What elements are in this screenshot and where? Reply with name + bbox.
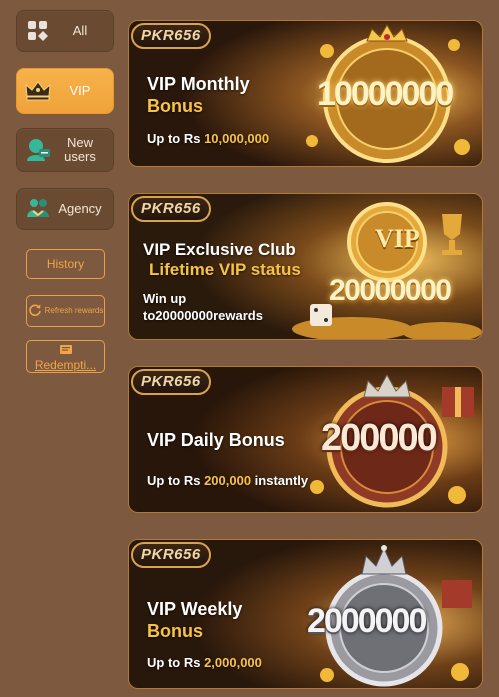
grid-icon <box>23 16 53 46</box>
vip-badge-text: VIP <box>375 224 420 253</box>
sidebar: All VIP New users Agency History Refresh… <box>0 0 124 697</box>
sidebar-item-new-users[interactable]: New users <box>16 128 114 172</box>
redemption-button[interactable]: Redempti... <box>26 340 105 373</box>
card-title: VIP Weekly Bonus <box>147 599 243 641</box>
ticket-icon <box>59 344 73 358</box>
promo-card-vip-exclusive-club[interactable]: VIP 20000000 PKR656 VIP Exclusive Club L… <box>128 193 483 340</box>
sidebar-item-vip[interactable]: VIP <box>16 68 114 114</box>
refresh-rewards-button[interactable]: Refresh rewards <box>26 295 105 327</box>
sidebar-item-label: All <box>72 23 88 38</box>
sidebar-item-all[interactable]: All <box>16 10 114 52</box>
sidebar-item-label: Agency <box>58 201 102 216</box>
brand-tag: PKR656 <box>131 542 211 568</box>
vip-coin-image <box>292 202 482 339</box>
card-subtitle: Win up to20000000rewards <box>143 291 263 323</box>
art-number: 10000000 <box>317 75 454 113</box>
history-button[interactable]: History <box>26 249 105 279</box>
brand-tag: PKR656 <box>131 23 211 49</box>
agency-icon <box>23 194 53 224</box>
card-subtitle: Up to Rs 10,000,000 <box>147 131 270 146</box>
refresh-icon <box>28 303 42 320</box>
card-subtitle: Up to Rs 2,000,000 <box>147 655 262 670</box>
promo-card-vip-weekly-bonus[interactable]: 2000000 PKR656 VIP Weekly Bonus Up to Rs… <box>128 539 483 689</box>
card-title: VIP Monthly Bonus <box>147 74 250 116</box>
card-title: VIP Exclusive Club Lifetime VIP status <box>143 240 301 279</box>
new-user-icon <box>23 135 53 165</box>
sidebar-item-label: VIP <box>69 83 91 98</box>
art-number: 20000000 <box>329 274 452 307</box>
sidebar-item-agency[interactable]: Agency <box>16 188 114 230</box>
promo-card-vip-daily-bonus[interactable]: 200000 PKR656 VIP Daily Bonus Up to Rs 2… <box>128 366 483 513</box>
card-subtitle: Up to Rs 200,000 instantly <box>147 473 309 488</box>
art-number: 200000 <box>321 417 438 459</box>
brand-tag: PKR656 <box>131 369 211 395</box>
art-number: 2000000 <box>307 602 427 640</box>
brand-tag: PKR656 <box>131 196 211 222</box>
crown-icon <box>23 76 53 106</box>
sidebar-item-label: New users <box>64 135 96 164</box>
card-title: VIP Daily Bonus <box>147 430 285 450</box>
promo-card-vip-monthly[interactable]: 10000000 PKR656 VIP Monthly Bonus Up to … <box>128 20 483 167</box>
